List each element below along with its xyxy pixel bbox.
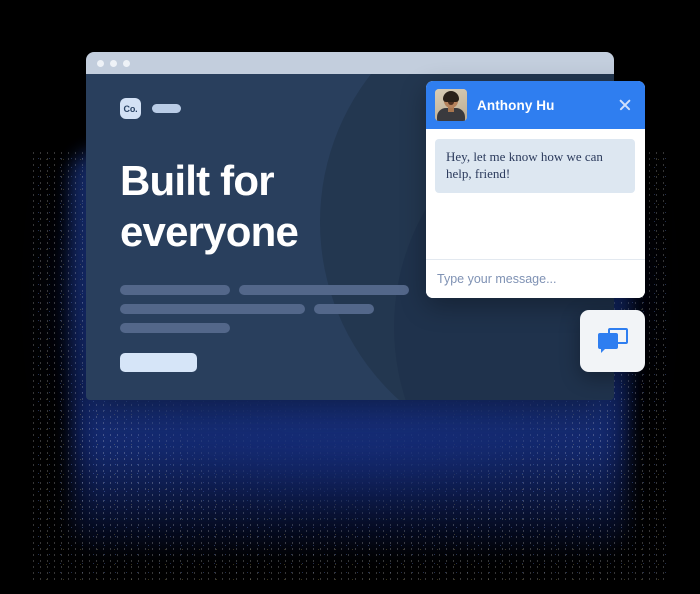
nav-link-placeholder[interactable] [152,104,181,113]
placeholder-bar [314,304,374,315]
placeholder-row [120,323,614,334]
close-icon[interactable] [617,97,633,113]
chat-launcher-button[interactable] [580,310,645,372]
chat-widget: Anthony Hu Hey, let me know how we can h… [426,81,645,298]
chat-message-list: Hey, let me know how we can help, friend… [426,129,645,259]
chat-widget-header: Anthony Hu [426,81,645,129]
avatar [435,89,467,121]
page-title: Built for everyone [120,157,299,256]
chat-message-bubble: Hey, let me know how we can help, friend… [435,139,635,193]
placeholder-bar [239,285,409,296]
chat-bubbles-icon [597,328,628,354]
placeholder-bar [120,285,230,296]
illustration-stage: Co. Built for everyone Anthony Hu Hey, l… [0,0,700,594]
placeholder-bar [120,304,305,315]
window-close-dot[interactable] [97,59,104,67]
chat-bubble-front [597,333,618,353]
chat-agent-name: Anthony Hu [477,97,555,113]
window-maximize-dot[interactable] [123,59,130,67]
chat-input-placeholder[interactable]: Type your message... [437,272,557,286]
window-minimize-dot[interactable] [110,59,117,67]
placeholder-bar [120,323,230,334]
avatar-hair [443,91,459,102]
chat-input-row[interactable]: Type your message... [426,259,645,298]
cta-button[interactable] [120,353,197,373]
placeholder-row [120,304,614,315]
site-logo[interactable]: Co. [120,98,141,119]
browser-titlebar [86,52,614,74]
